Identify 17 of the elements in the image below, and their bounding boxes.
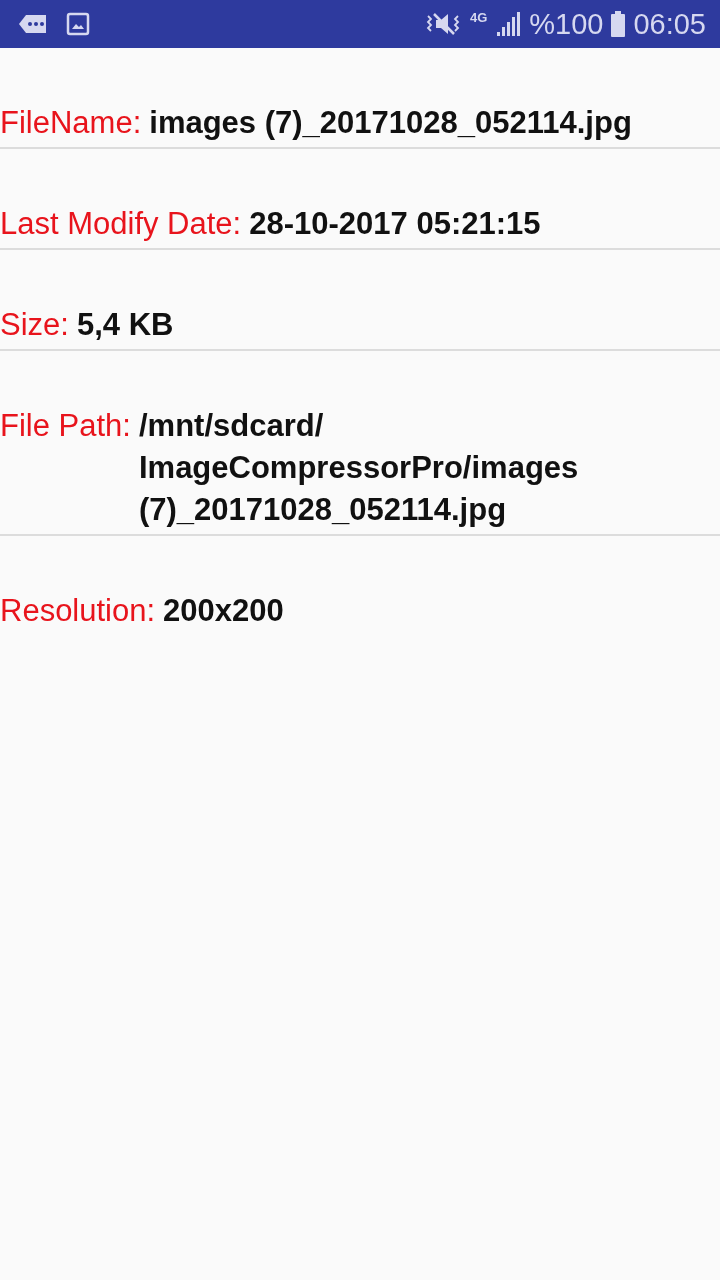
detail-label: Resolution: [0,592,156,630]
detail-value: 200x200 [163,592,284,630]
detail-label: File Path: [0,407,131,445]
battery-icon [611,11,626,37]
battery-percentage: %100 [529,7,604,41]
network-type: 4G [469,10,488,25]
detail-value: images (7)_20171028_052114.jpg [149,104,632,142]
detail-value: /mnt/sdcard/ImageCompressorPro/images (7)_20171028_052114.jpg [138,407,580,529]
detail-label: FileName: [0,104,142,142]
signal-icon [495,12,522,36]
detail-value: 28-10-2017 05:21:15 [249,205,541,243]
detail-value: 5,4 KB [76,306,174,344]
image-icon [66,12,90,36]
detail-label: Last Modify Date: [0,205,242,243]
clock: 06:05 [633,7,706,41]
detail-label: Size: [0,306,69,344]
message-icon [18,13,48,35]
